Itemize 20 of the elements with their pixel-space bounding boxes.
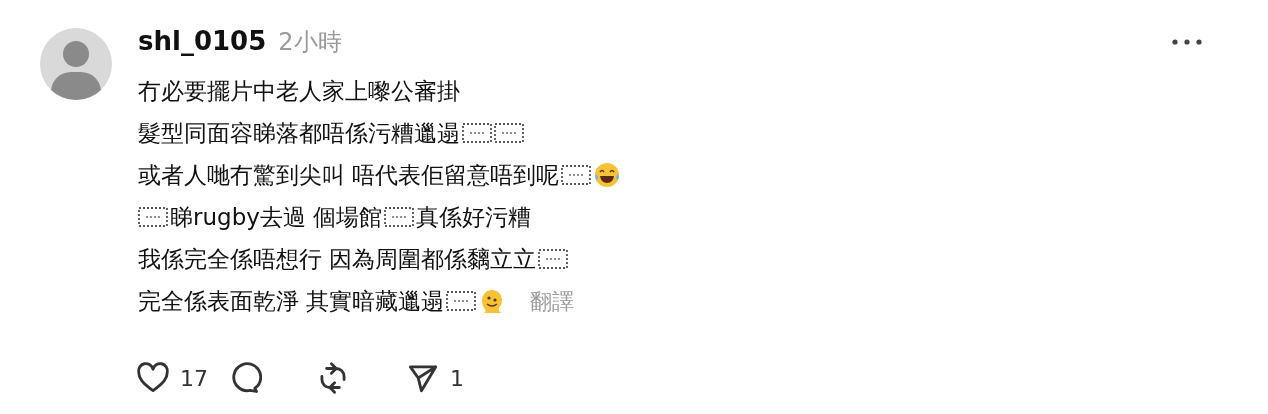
object-placeholder-icon <box>138 207 168 227</box>
comment-text: 或者人哋冇驚到尖叫 唔代表佢留意唔到呢 <box>138 160 560 190</box>
object-placeholder-icon <box>384 207 415 227</box>
comment-text: 髮型同面容睇落都唔係污糟邋遢 <box>138 118 460 148</box>
like-button[interactable]: 17 <box>134 356 214 400</box>
timestamp: 2小時 <box>278 30 342 54</box>
comment-text: 真係好污糟 <box>416 202 532 232</box>
object-placeholder-icon <box>561 165 592 185</box>
object-placeholder-icon <box>494 123 524 143</box>
comment-text: 完全係表面乾淨 其實暗藏邋遢 <box>138 286 445 316</box>
comment-text: 睇rugby去過 個場館 <box>170 202 383 232</box>
comment-text: 冇必要擺片中老人家上嚟公審掛 <box>138 76 460 106</box>
object-placeholder-icon <box>446 291 477 311</box>
ellipsis-icon <box>1170 38 1204 46</box>
share-button[interactable]: 1 <box>404 356 484 400</box>
laughing-face-icon <box>593 161 622 189</box>
object-placeholder-icon <box>462 123 492 143</box>
comment-text: 我係完全係唔想行 因為周圍都係黐立立 <box>138 244 537 274</box>
username[interactable]: shl_0105 <box>138 28 267 54</box>
object-placeholder-icon <box>538 249 569 269</box>
